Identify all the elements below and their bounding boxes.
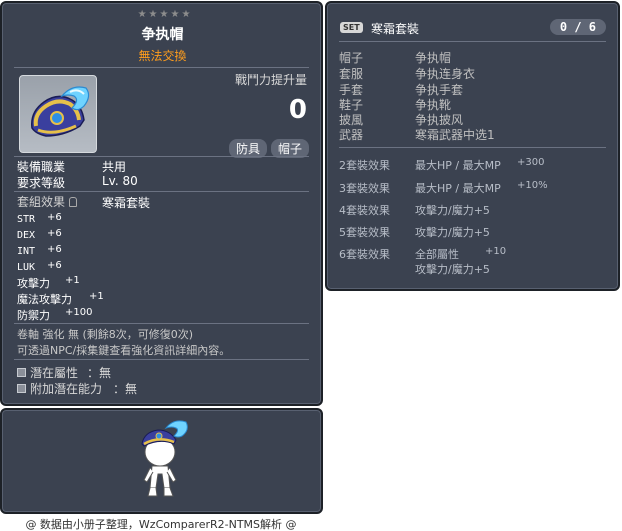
potential-icon: [17, 368, 26, 377]
additional-potential-icon: [17, 384, 26, 393]
character-preview-panel: [0, 408, 323, 514]
tradability-label: 無法交換: [138, 49, 187, 63]
lock-icon: [69, 196, 78, 207]
star-icon: ★: [170, 9, 180, 20]
set-part-row: 套服 争执连身衣: [339, 67, 476, 81]
divider: [339, 41, 606, 42]
set-name: 寒霜套裝: [371, 22, 420, 36]
set-badge: SET: [340, 22, 363, 33]
star-icon: ★: [159, 9, 169, 20]
upgrade-hint: 可透過NPC/採集鍵查看強化資訊詳細內容。: [17, 344, 231, 357]
combat-power-label: 戰鬥力提升量: [234, 73, 307, 87]
star-rating: ★ ★ ★ ★ ★: [134, 10, 194, 20]
star-icon: ★: [148, 9, 158, 20]
divider: [14, 156, 309, 157]
divider: [14, 323, 309, 324]
item-name: 争执帽: [141, 27, 184, 43]
additional-potential-row: 附加潛在能力 ：無: [17, 380, 137, 397]
hat-icon: [31, 86, 90, 137]
stat-str: STR +6: [17, 212, 62, 225]
item-icon-frame: [19, 75, 97, 153]
stat-attack: 攻擊力 +1: [17, 275, 80, 290]
stat-int: INT +6: [17, 244, 62, 257]
divider: [14, 359, 309, 360]
stat-luk: LUK +6: [17, 260, 62, 273]
star-icon: ★: [181, 9, 191, 20]
character-preview-icon: [141, 420, 188, 497]
set-info-panel: SET 寒霜套裝 0 / 6 帽子 争执帽 套服 争执连身衣 手套 争执手套 鞋…: [325, 1, 620, 291]
set-part-row: 武器 寒霜武器中选1: [339, 128, 495, 142]
stat-dex: DEX +6: [17, 228, 62, 241]
set-effect-6: 6套裝效果 全部屬性 +10: [339, 246, 507, 261]
set-part-row: 帽子 争执帽: [339, 51, 452, 65]
set-effect-4: 4套裝效果 攻擊力/魔力+5: [339, 204, 490, 217]
stat-magic-attack: 魔法攻擊力 +1: [17, 291, 104, 306]
credit-footer: @ 数据由小册子整理，WzComparerR2-NTMS解析 @: [25, 518, 297, 531]
set-effect-3: 3套裝效果 最大HP / 最大MP +10%: [339, 180, 548, 195]
set-effect-5: 5套裝效果 攻擊力/魔力+5: [339, 226, 490, 239]
stat-defense: 防禦力 +100: [17, 307, 93, 322]
star-icon: ★: [137, 9, 147, 20]
set-count: 0 / 6: [549, 19, 606, 35]
set-effect-2: 2套裝效果 最大HP / 最大MP +300: [339, 157, 545, 172]
scroll-upgrade-info: 卷軸 強化 無 (剩餘8次，可修復0次): [17, 328, 194, 341]
combat-power-value: 0: [288, 95, 307, 125]
set-effect-label-row: 套組效果: [17, 193, 78, 210]
divider: [14, 67, 309, 68]
divider: [14, 191, 309, 192]
potential-row: 潛在屬性 ：無: [17, 364, 111, 381]
divider: [339, 147, 606, 148]
requirement-level: 要求等級 Lv. 80: [17, 174, 138, 190]
set-effect-name: 寒霜套裝: [102, 196, 151, 210]
item-tooltip-panel: ★ ★ ★ ★ ★ 争执帽 無法交換 戰鬥力提升量 0 防具 帽子 裝備職業 共…: [0, 1, 323, 406]
requirement-job: 裝備職業 共用: [17, 160, 127, 174]
